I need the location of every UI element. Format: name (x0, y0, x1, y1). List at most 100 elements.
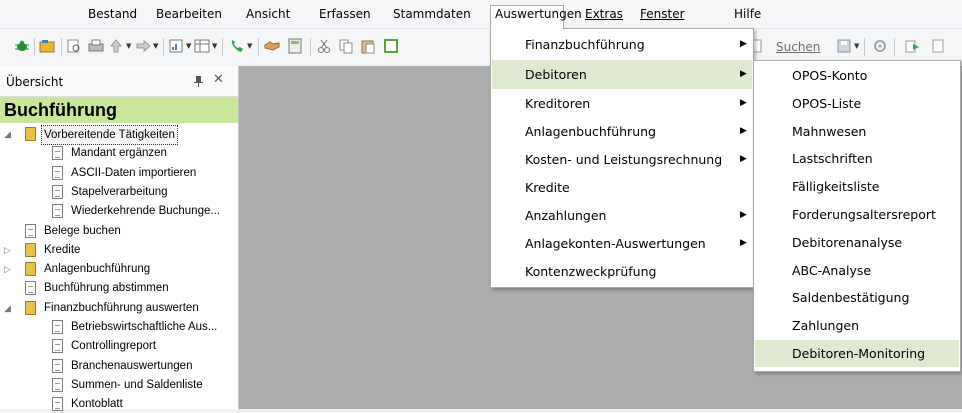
save-icon[interactable] (836, 38, 852, 54)
collapse-arrow-icon[interactable]: ◢ (4, 299, 11, 317)
toolbar-separator (258, 38, 259, 56)
bug-icon[interactable] (14, 38, 30, 54)
chevron-down-icon[interactable]: ▼ (212, 43, 217, 50)
panel-title: Übersicht (6, 75, 64, 89)
phone-icon[interactable] (229, 38, 245, 54)
panel-header: Übersicht ✕ (0, 66, 238, 97)
auswertungen-menu-item[interactable]: Anzahlungen ▶ (492, 201, 752, 230)
auswertungen-menu-item[interactable]: Anlagekonten-Auswertungen ▶ (492, 229, 752, 258)
tree-item[interactable]: Summen- und Saldenliste (0, 376, 238, 394)
tree-item[interactable]: Controllingreport (0, 337, 238, 355)
auswertungen-menu-item[interactable]: Anlagenbuchführung ▶ (492, 117, 752, 146)
debitoren-menu-item[interactable]: Debitorenanalyse (755, 229, 959, 256)
tree-item[interactable]: ▷ Kredite (0, 241, 238, 259)
debitoren-menu-item[interactable]: ABC-Analyse (755, 257, 959, 284)
tree-item[interactable]: Stapelverarbeitung (0, 183, 238, 201)
menu-item-label: Kontenzweckprüfung (525, 264, 657, 279)
auswertungen-menu-item[interactable]: Debitoren ▶ (492, 60, 752, 89)
table-icon[interactable] (194, 38, 210, 54)
auswertungen-menu-item[interactable]: Kreditoren ▶ (492, 89, 752, 118)
paste-icon[interactable] (360, 38, 376, 54)
collapse-arrow-icon[interactable]: ◢ (4, 125, 11, 143)
green-action-icon[interactable] (383, 38, 399, 54)
tree-item[interactable]: ◢ Vorbereitende Tätigkeiten (0, 125, 238, 145)
debitoren-menu-item[interactable]: OPOS-Konto (755, 62, 959, 89)
menu-item-label: Anzahlungen (525, 208, 607, 223)
auswertungen-menu-item[interactable]: Kontenzweckprüfung (492, 257, 752, 286)
tree-item-label: Finanzbuchführung auswerten (44, 301, 199, 314)
tree-item[interactable]: ▷ Anlagenbuchführung (0, 260, 238, 278)
menu-auswertungen[interactable]: Auswertungen (490, 5, 582, 29)
chevron-down-icon[interactable]: ▼ (153, 43, 158, 50)
expand-arrow-icon[interactable]: ▷ (4, 241, 11, 259)
submenu-arrow-icon: ▶ (740, 126, 747, 136)
overview-panel: Übersicht ✕ Buchführung ◢ Vorbereitende T… (0, 66, 239, 412)
debitoren-menu-item[interactable]: Fälligkeitsliste (755, 173, 959, 200)
cut-icon[interactable] (316, 38, 332, 54)
menu-item-label: Anlagenbuchführung (525, 124, 656, 139)
debitoren-menu-item[interactable]: OPOS-Liste (755, 90, 959, 117)
folder-book-icon (25, 262, 36, 277)
chevron-down-icon[interactable]: ▼ (126, 43, 131, 50)
tree-item[interactable]: ASCII-Daten importieren (0, 164, 238, 182)
export-icon[interactable] (904, 38, 920, 54)
tree-item-label: Summen- und Saldenliste (71, 378, 203, 391)
menu-stammdaten[interactable]: Stammdaten (389, 6, 475, 24)
tree-item[interactable]: Betriebswirtschaftliche Aus... (0, 318, 238, 336)
menu-bearbeiten[interactable]: Bearbeiten (152, 6, 226, 24)
handshake-icon[interactable] (264, 38, 280, 54)
debitoren-menu-item[interactable]: Zahlungen (755, 312, 959, 339)
menu-item-label: OPOS-Liste (792, 95, 862, 111)
tree-item[interactable]: Buchführung abstimmen (0, 279, 238, 297)
chevron-down-icon[interactable]: ▼ (247, 43, 252, 50)
chevron-down-icon[interactable]: ▼ (186, 43, 191, 50)
debitoren-menu-item[interactable]: Lastschriften (755, 145, 959, 172)
tree-item-label: Controllingreport (71, 340, 157, 353)
debitoren-menu-item[interactable]: Saldenbestätigung (755, 284, 959, 311)
auswertungen-menu-item[interactable]: Finanzbuchführung ▶ (492, 30, 752, 59)
menu-bar: Bestand Bearbeiten Ansicht Erfassen Stam… (0, 0, 962, 29)
toolbar-separator (34, 38, 35, 56)
calculator-icon[interactable] (287, 38, 303, 54)
arrow-up-icon[interactable] (108, 38, 124, 54)
tree-item[interactable]: Kontoblatt (0, 395, 238, 413)
open-folder-icon[interactable] (39, 38, 55, 54)
chevron-down-icon[interactable]: ▼ (854, 43, 859, 50)
auswertungen-menu-item[interactable]: Kredite (492, 173, 752, 202)
expand-arrow-icon[interactable]: ▷ (4, 260, 11, 278)
toolbar-separator (864, 38, 865, 56)
menu-item-label: Kreditoren (525, 96, 591, 111)
auswertungen-menu-item[interactable]: Kosten- und Leistungsrechnung ▶ (492, 145, 752, 174)
tree-item[interactable]: Branchenauswertungen (0, 357, 238, 375)
document-icon (52, 184, 63, 199)
menu-item-label: Forderungsaltersreport (792, 207, 936, 222)
menu-ansicht[interactable]: Ansicht (242, 6, 294, 24)
tree-item-label: Stapelverarbeitung (71, 185, 168, 198)
section-title: Buchführung (4, 100, 117, 120)
menu-hilfe[interactable]: Hilfe (730, 6, 765, 24)
menu-fenster[interactable]: Fenster (636, 6, 689, 24)
tree-item[interactable]: Belege buchen (0, 222, 238, 240)
print-preview-icon[interactable] (66, 38, 82, 54)
folder-book-icon (25, 127, 36, 141)
menu-extras[interactable]: Extras (581, 6, 627, 24)
debitoren-menu-item[interactable]: Mahnwesen (755, 118, 959, 145)
close-icon[interactable]: ✕ (213, 72, 224, 87)
arrow-right-icon[interactable] (135, 38, 151, 54)
pin-icon[interactable] (194, 76, 203, 87)
tree-item[interactable]: Mandant ergänzen (0, 144, 238, 162)
menu-bestand[interactable]: Bestand (84, 6, 141, 24)
print-icon[interactable] (88, 38, 104, 54)
document-icon[interactable] (930, 38, 946, 54)
debitoren-submenu: OPOS-Konto OPOS-Liste Mahnwesen Lastschrift… (753, 60, 961, 372)
menu-erfassen[interactable]: Erfassen (315, 6, 375, 24)
menu-item-label: Fälligkeitsliste (792, 179, 880, 195)
tree-item[interactable]: Wiederkehrende Buchunge... (0, 202, 238, 220)
settings-icon[interactable] (872, 38, 888, 54)
tree-item[interactable]: ◢ Finanzbuchführung auswerten (0, 299, 238, 317)
debitoren-menu-item[interactable]: Forderungsaltersreport (755, 201, 959, 228)
copy-icon[interactable] (338, 38, 354, 54)
report-icon[interactable] (168, 38, 184, 54)
debitoren-menu-item[interactable]: Debitoren-Monitoring (755, 340, 959, 367)
search-label[interactable]: Suchen (776, 40, 820, 54)
